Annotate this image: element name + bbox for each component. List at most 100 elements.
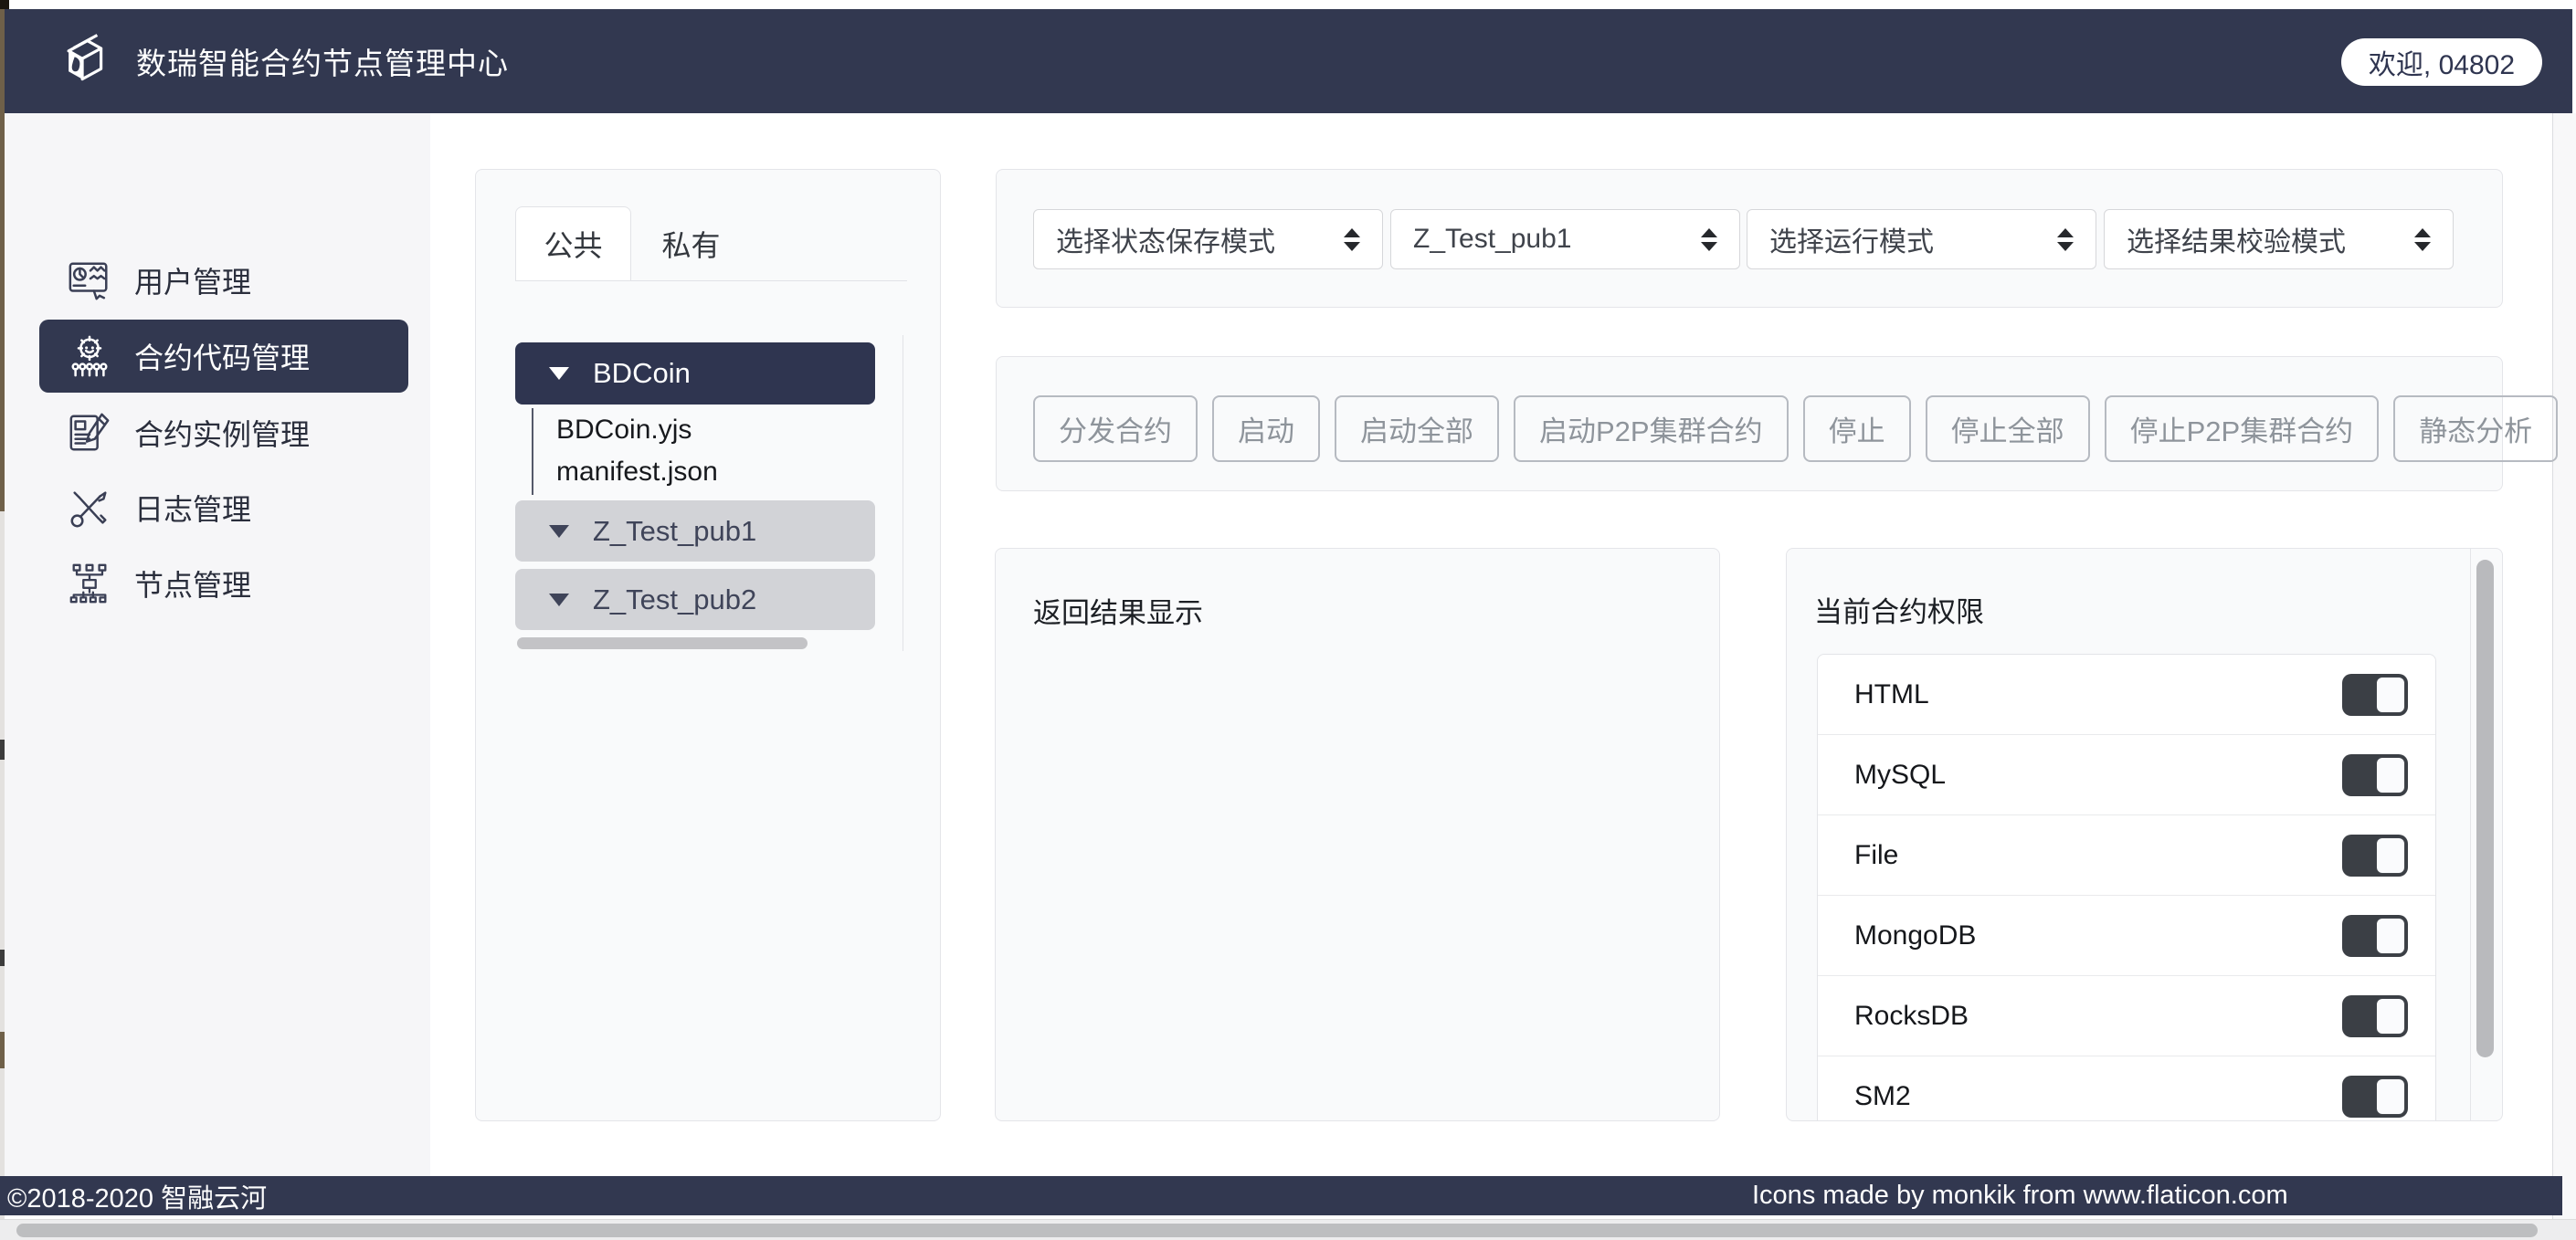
permission-row-sm2: SM2: [1818, 1056, 2435, 1121]
toggle-knob: [2376, 1078, 2405, 1115]
tree-node-label: BDCoin: [593, 357, 691, 390]
select-value: Z_Test_pub1: [1413, 224, 1571, 255]
select-value: 选择运行模式: [1769, 219, 1934, 259]
gear-crowd-icon: [67, 333, 112, 379]
permission-toggle-mysql[interactable]: [2342, 754, 2408, 796]
tree-children: BDCoin.yjs manifest.json: [515, 405, 875, 500]
tree-node-ztestpub2[interactable]: Z_Test_pub2: [515, 569, 875, 630]
permission-toggle-html[interactable]: [2342, 674, 2408, 716]
network-nodes-icon: [67, 561, 112, 606]
select-value: 选择结果校验模式: [2127, 219, 2346, 259]
mode-select-bar: 选择状态保存模式 Z_Test_pub1 选择运行模式 选择结果校验模式: [996, 169, 2503, 308]
permission-row-mongodb: MongoDB: [1818, 896, 2435, 976]
app-title: 数瑞智能合约节点管理中心: [136, 39, 509, 83]
permission-label: SM2: [1854, 1081, 1911, 1112]
run-mode-select[interactable]: 选择运行模式: [1747, 209, 2096, 269]
tab-private[interactable]: 私有: [633, 206, 749, 280]
permission-toggle-rocksdb[interactable]: [2342, 995, 2408, 1037]
screen-edge-corner: [0, 0, 9, 9]
permission-label: HTML: [1854, 679, 1929, 710]
permission-label: File: [1854, 840, 1898, 871]
tree-leaf-manifest-json[interactable]: manifest.json: [515, 451, 875, 493]
permissions-scroll-track: [2470, 549, 2471, 1121]
contract-select[interactable]: Z_Test_pub1: [1390, 209, 1740, 269]
sidebar-item-node-management[interactable]: 节点管理: [39, 547, 408, 620]
app-root: 数瑞智能合约节点管理中心 欢迎, 04802 用户管理: [0, 0, 2576, 1240]
permissions-panel: 当前合约权限 HTML MySQL File MongoDB RocksDB: [1786, 548, 2503, 1121]
state-save-mode-select[interactable]: 选择状态保存模式: [1033, 209, 1383, 269]
toggle-knob: [2376, 757, 2405, 793]
app-header: 数瑞智能合约节点管理中心 欢迎, 04802: [5, 9, 2572, 113]
result-panel-title: 返回结果显示: [1033, 590, 1203, 631]
toggle-knob: [2376, 998, 2405, 1035]
action-bar: 分发合约 启动 启动全部 启动P2P集群合约 停止 停止全部 停止P2P集群合约…: [996, 356, 2503, 491]
page-horizontal-scrollbar-thumb[interactable]: [16, 1224, 2538, 1237]
start-p2p-cluster-button[interactable]: 启动P2P集群合约: [1514, 395, 1789, 462]
copyright-text: ©2018-2020 智融云河: [7, 1176, 267, 1215]
permission-label: MySQL: [1854, 760, 1946, 791]
tab-public[interactable]: 公共: [515, 206, 631, 280]
stop-all-button[interactable]: 停止全部: [1926, 395, 2090, 462]
icons-credit-text: Icons made by monkik from www.flaticon.c…: [1752, 1176, 2288, 1215]
updown-arrows-icon: [1344, 228, 1360, 251]
stop-p2p-cluster-button[interactable]: 停止P2P集群合约: [2105, 395, 2380, 462]
tree-node-label: Z_Test_pub2: [593, 583, 756, 616]
permission-label: MongoDB: [1854, 920, 1976, 951]
welcome-user-button[interactable]: 欢迎, 04802: [2341, 38, 2542, 86]
start-button[interactable]: 启动: [1212, 395, 1320, 462]
tree-node-label: Z_Test_pub1: [593, 515, 756, 548]
sidebar: 用户管理 合约代码管理: [5, 113, 430, 1176]
sidebar-item-contract-code[interactable]: 合约代码管理: [39, 320, 408, 393]
caret-down-icon: [549, 525, 569, 538]
tree-node-bdcoin[interactable]: BDCoin: [515, 342, 875, 405]
permission-toggle-file[interactable]: [2342, 835, 2408, 877]
sidebar-item-log-management[interactable]: 日志管理: [39, 471, 408, 544]
monitor-chart-icon: [67, 257, 112, 303]
caret-down-icon: [549, 367, 569, 380]
permission-row-html: HTML: [1818, 655, 2435, 735]
static-analysis-button[interactable]: 静态分析: [2393, 395, 2558, 462]
permission-toggle-sm2[interactable]: [2342, 1076, 2408, 1118]
tab-underline: [515, 280, 907, 281]
page-horizontal-scrollbar-track[interactable]: [0, 1219, 2576, 1240]
updown-arrows-icon: [1701, 228, 1717, 251]
start-all-button[interactable]: 启动全部: [1335, 395, 1499, 462]
toggle-knob: [2376, 918, 2405, 954]
logo-icon: [58, 32, 109, 90]
tree-node-ztestpub1[interactable]: Z_Test_pub1: [515, 500, 875, 562]
tools-icon: [67, 485, 112, 531]
tree-indent-line: [532, 408, 533, 495]
screen-edge-top: [0, 0, 2576, 9]
sidebar-item-label: 合约代码管理: [134, 335, 310, 377]
tree-horizontal-scrollbar[interactable]: [517, 637, 808, 649]
caret-down-icon: [549, 594, 569, 606]
permissions-scrollbar[interactable]: [2476, 560, 2494, 1057]
sidebar-item-contract-instance[interactable]: 合约实例管理: [39, 396, 408, 469]
result-verify-mode-select[interactable]: 选择结果校验模式: [2104, 209, 2454, 269]
permission-row-file: File: [1818, 815, 2435, 896]
sidebar-item-label: 日志管理: [134, 487, 251, 529]
toggle-knob: [2376, 677, 2405, 713]
stop-button[interactable]: 停止: [1803, 395, 1911, 462]
permission-label: RocksDB: [1854, 1001, 1969, 1032]
permission-row-mysql: MySQL: [1818, 735, 2435, 815]
sidebar-item-label: 用户管理: [134, 259, 251, 301]
permissions-list: HTML MySQL File MongoDB RocksDB SM2: [1817, 654, 2436, 1121]
contract-tree: BDCoin BDCoin.yjs manifest.json Z_Test_p…: [515, 342, 875, 630]
sidebar-item-user-management[interactable]: 用户管理: [39, 244, 408, 317]
sidebar-item-label: 合约实例管理: [134, 412, 310, 454]
select-value: 选择状态保存模式: [1056, 219, 1275, 259]
document-pencil-icon: [67, 410, 112, 456]
sidebar-item-label: 节点管理: [134, 562, 251, 604]
app-footer: ©2018-2020 智融云河 Icons made by monkik fro…: [0, 1176, 2562, 1215]
permission-toggle-mongodb[interactable]: [2342, 915, 2408, 957]
permission-row-rocksdb: RocksDB: [1818, 976, 2435, 1056]
action-buttons: 分发合约 启动 启动全部 启动P2P集群合约 停止 停止全部 停止P2P集群合约…: [1033, 395, 2558, 462]
toggle-knob: [2376, 837, 2405, 874]
updown-arrows-icon: [2414, 228, 2431, 251]
page-vertical-scrollbar-track[interactable]: [2552, 113, 2576, 1219]
distribute-contract-button[interactable]: 分发合约: [1033, 395, 1198, 462]
permissions-panel-title: 当前合约权限: [1814, 589, 1984, 630]
tree-leaf-bdcoin-yjs[interactable]: BDCoin.yjs: [515, 409, 875, 451]
updown-arrows-icon: [2057, 228, 2074, 251]
